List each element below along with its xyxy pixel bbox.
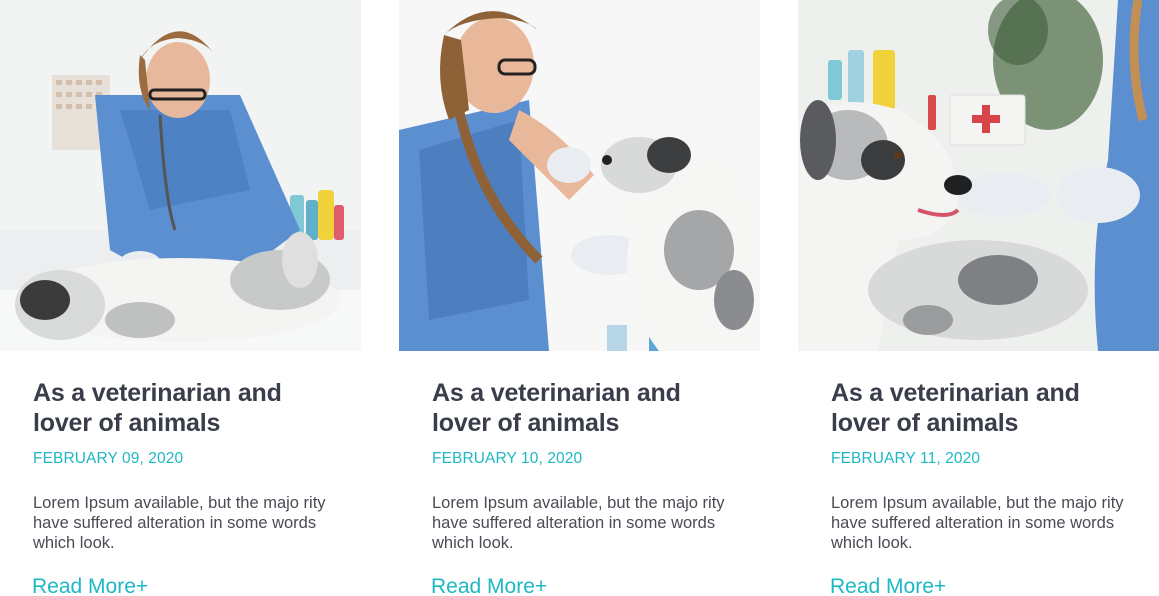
- post-title[interactable]: As a veterinarian and lover of animals: [831, 378, 1141, 438]
- read-more-link[interactable]: Read More+: [431, 575, 547, 596]
- post-date: FEBRUARY 11, 2020: [831, 450, 981, 467]
- post-image[interactable]: [798, 0, 1159, 351]
- post-date: FEBRUARY 10, 2020: [432, 450, 583, 467]
- blog-card: As a veterinarian and lover of animals F…: [399, 0, 760, 596]
- post-excerpt: Lorem Ipsum available, but the majo rity…: [432, 494, 725, 552]
- vet-paw-photo: [399, 0, 760, 351]
- post-image[interactable]: [0, 0, 361, 351]
- post-title[interactable]: As a veterinarian and lover of animals: [432, 378, 742, 438]
- post-title[interactable]: As a veterinarian and lover of animals: [33, 378, 343, 438]
- vet-treat-photo: [798, 0, 1159, 351]
- post-image[interactable]: [399, 0, 760, 351]
- read-more-link[interactable]: Read More+: [830, 575, 946, 596]
- read-more-link[interactable]: Read More+: [32, 575, 148, 596]
- post-excerpt: Lorem Ipsum available, but the majo rity…: [33, 494, 326, 552]
- blog-card: As a veterinarian and lover of animals F…: [798, 0, 1159, 596]
- post-excerpt: Lorem Ipsum available, but the majo rity…: [831, 494, 1124, 552]
- blog-card: As a veterinarian and lover of animals F…: [0, 0, 361, 596]
- post-date: FEBRUARY 09, 2020: [33, 450, 184, 467]
- vet-exam-photo: [0, 0, 361, 351]
